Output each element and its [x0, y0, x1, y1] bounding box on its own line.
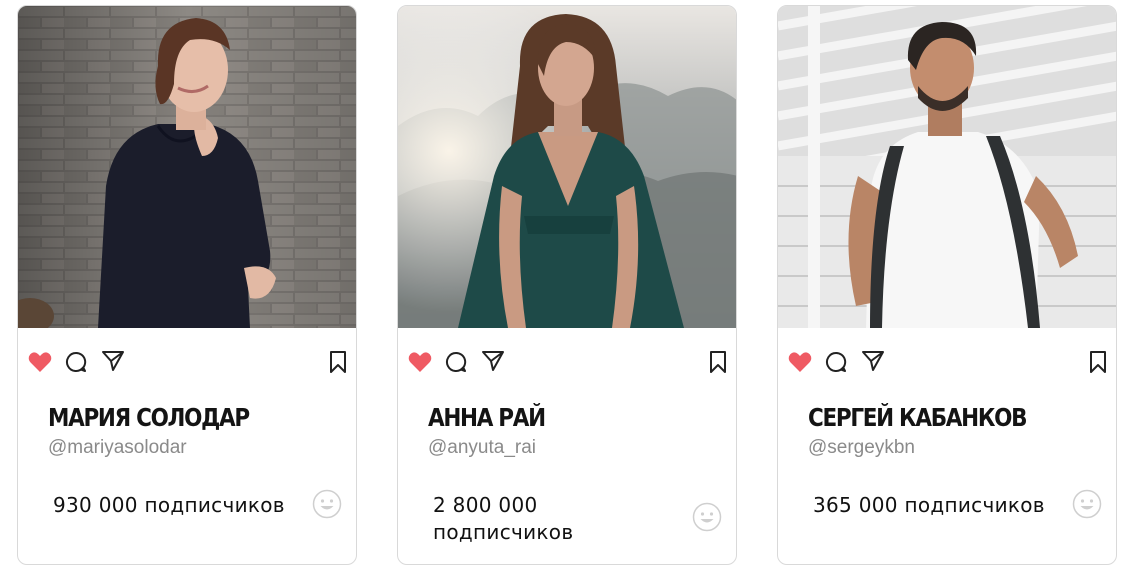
influencer-handle[interactable]: @sergeykbn — [808, 437, 915, 459]
share-icon[interactable] — [481, 350, 505, 372]
follower-count: 365 000 подписчиков — [813, 493, 1045, 517]
heart-icon[interactable] — [28, 351, 52, 373]
influencer-handle[interactable]: @mariyasolodar — [48, 437, 187, 459]
follower-count: 2 800 000 подписчиков — [433, 493, 574, 544]
comment-icon[interactable] — [445, 351, 467, 373]
share-icon[interactable] — [861, 350, 885, 372]
influencer-name: СЕРГЕЙ КАБАНКОВ — [808, 403, 1028, 432]
profile-photo[interactable] — [778, 6, 1116, 328]
bookmark-icon[interactable] — [709, 350, 727, 374]
share-icon[interactable] — [101, 350, 125, 372]
profile-photo[interactable] — [398, 6, 736, 328]
follower-count: 930 000 подписчиков — [53, 493, 285, 517]
comment-icon[interactable] — [825, 351, 847, 373]
smiley-icon — [312, 489, 342, 519]
influencer-card: МАРИЯ СОЛОДАР @mariyasolodar 930 000 под… — [17, 5, 357, 565]
bookmark-icon[interactable] — [329, 350, 347, 374]
bookmark-icon[interactable] — [1089, 350, 1107, 374]
influencer-handle[interactable]: @anyuta_rai — [428, 437, 536, 459]
influencer-name: МАРИЯ СОЛОДАР — [48, 403, 250, 432]
influencer-card: АННА РАЙ @anyuta_rai 2 800 000 подписчик… — [397, 5, 737, 565]
smiley-icon — [692, 502, 722, 532]
profile-photo[interactable] — [18, 6, 356, 328]
influencer-name: АННА РАЙ — [428, 403, 546, 432]
smiley-icon — [1072, 489, 1102, 519]
influencer-card: СЕРГЕЙ КАБАНКОВ @sergeykbn 365 000 подпи… — [777, 5, 1117, 565]
heart-icon[interactable] — [788, 351, 812, 373]
heart-icon[interactable] — [408, 351, 432, 373]
comment-icon[interactable] — [65, 351, 87, 373]
